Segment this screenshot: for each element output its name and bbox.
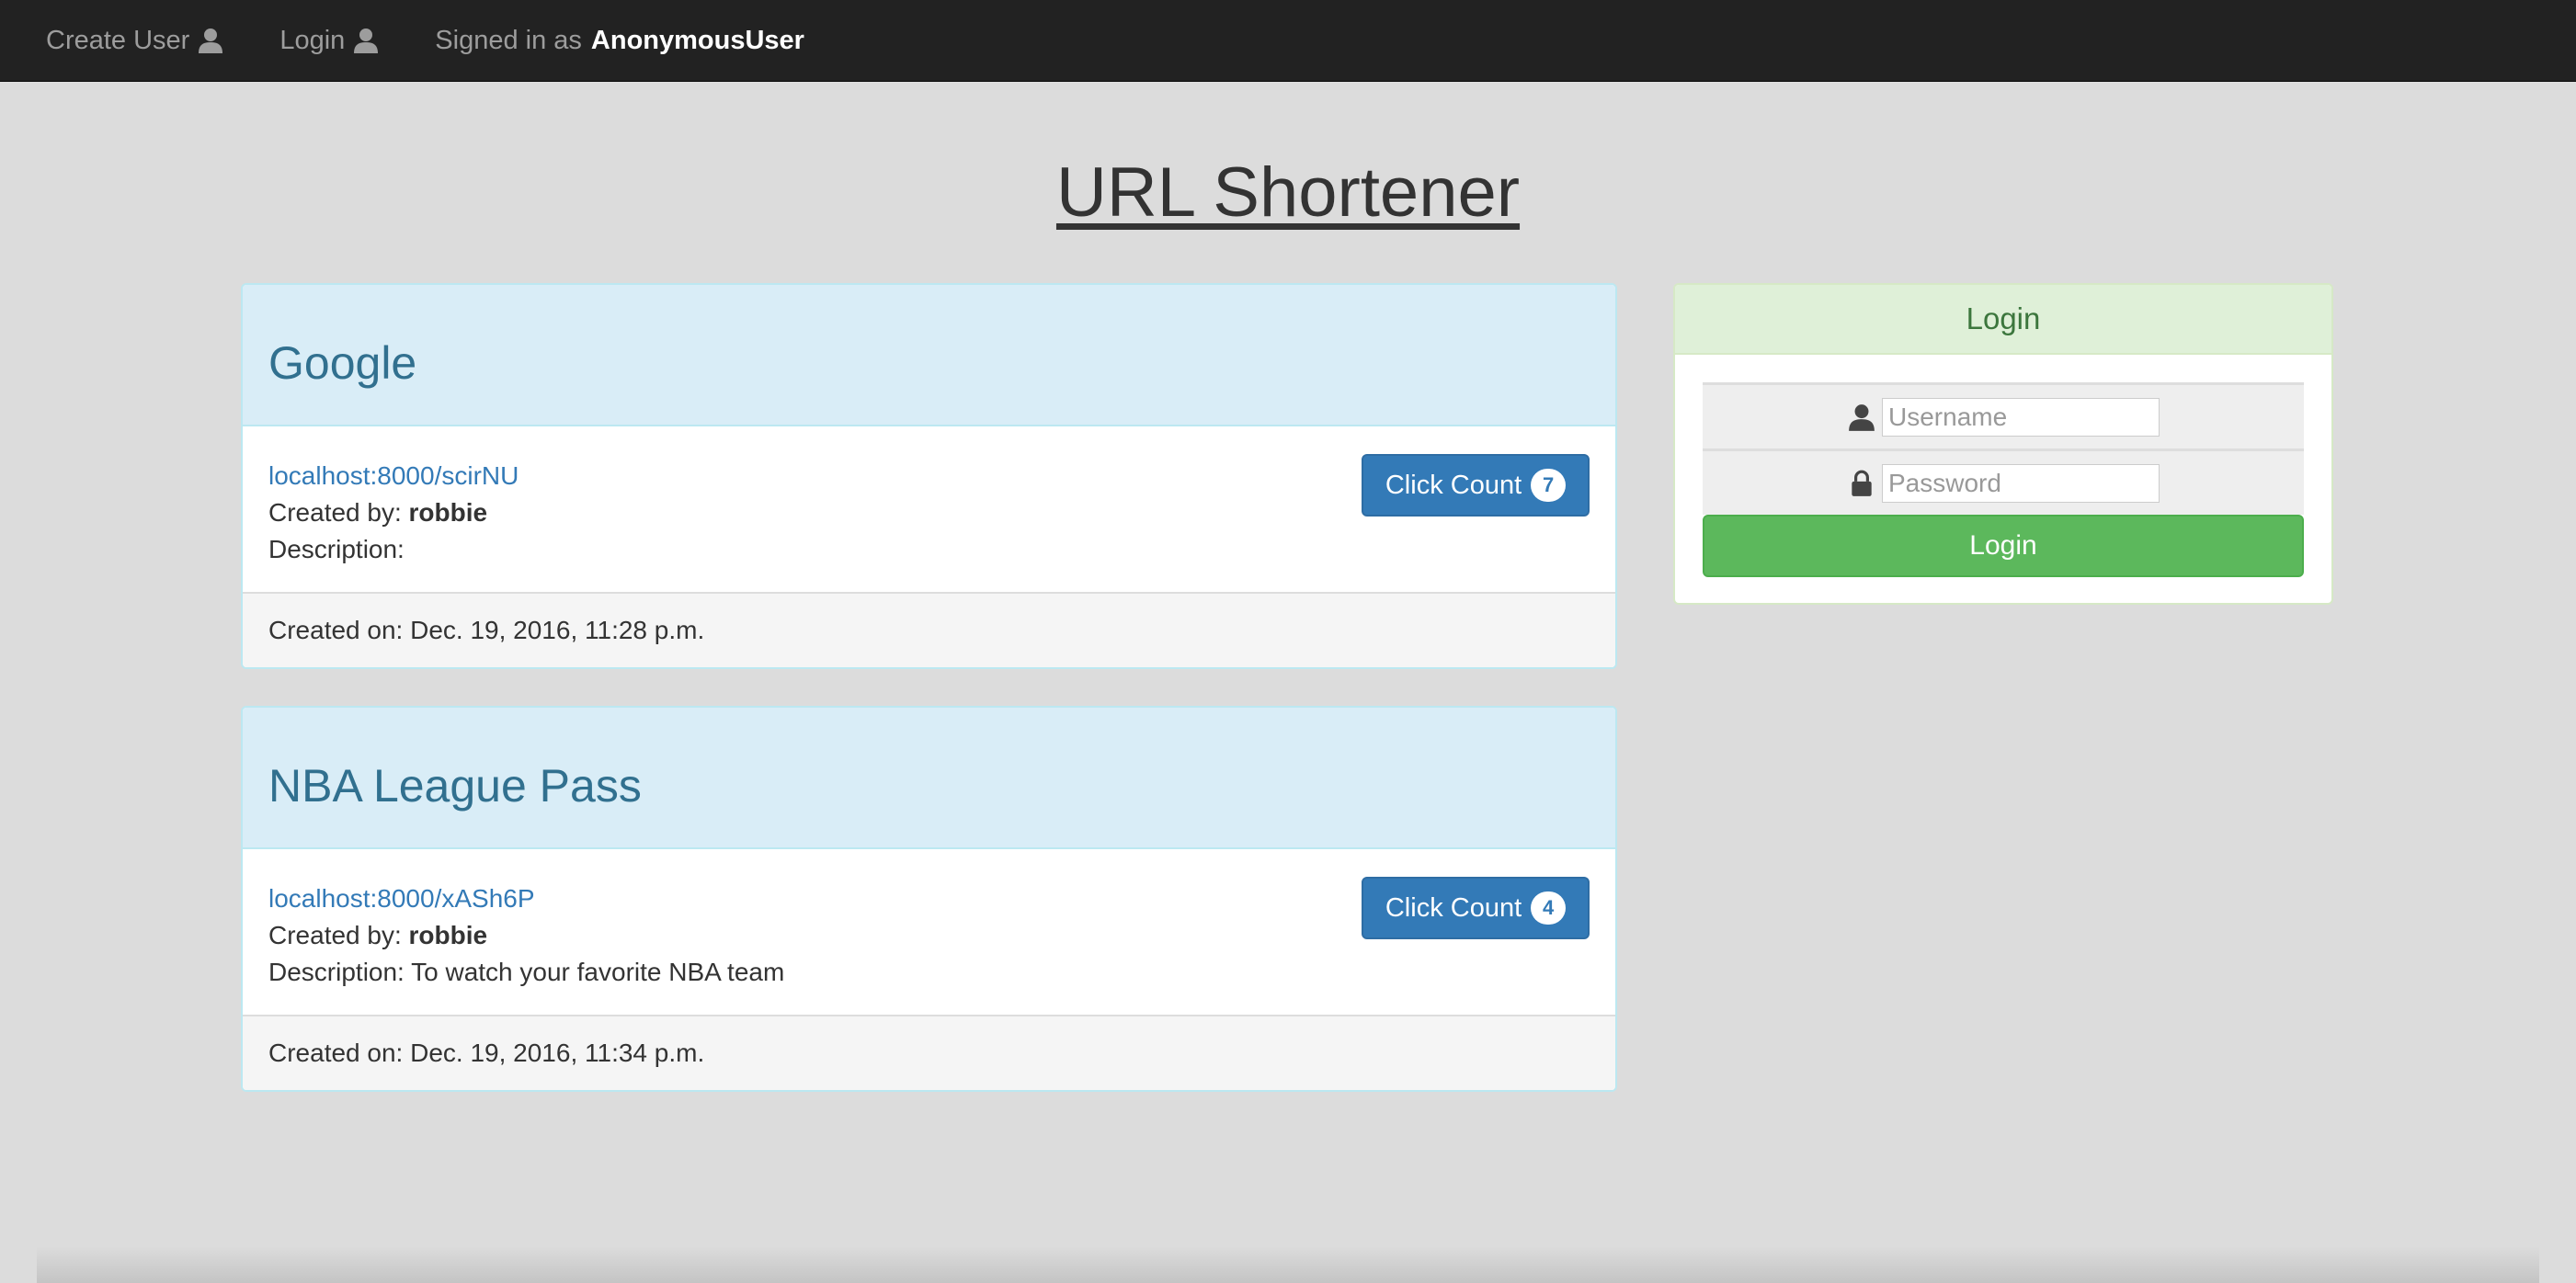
login-panel: Login Login xyxy=(1673,283,2333,605)
description-line: Description: To watch your favorite NBA … xyxy=(268,954,1590,991)
url-card-body: localhost:8000/xASh6P Created by: robbie… xyxy=(243,849,1615,1015)
description-line: Description: xyxy=(268,531,1590,568)
url-card: NBA League Pass localhost:8000/xASh6P Cr… xyxy=(241,706,1617,1092)
created-by-user: robbie xyxy=(408,921,488,949)
login-submit-button[interactable]: Login xyxy=(1703,515,2304,577)
click-count-badge: 4 xyxy=(1531,891,1567,925)
click-count-button[interactable]: Click Count 4 xyxy=(1362,877,1590,939)
password-row xyxy=(1703,448,2304,515)
nav-create-user-link[interactable]: Create User xyxy=(46,0,224,81)
nav-login-link[interactable]: Login xyxy=(279,0,380,81)
bottom-shadow xyxy=(37,1246,2539,1283)
lock-icon xyxy=(1847,469,1876,498)
url-card-header: NBA League Pass xyxy=(243,708,1615,849)
description-label: Description: xyxy=(268,535,405,563)
top-navbar: Create User Login Signed in as Anonymous… xyxy=(0,0,2576,82)
signed-in-username: AnonymousUser xyxy=(590,25,804,55)
user-icon xyxy=(352,27,380,54)
login-panel-heading: Login xyxy=(1675,285,2331,355)
description-text: To watch your favorite NBA team xyxy=(411,958,785,986)
url-card-header: Google xyxy=(243,285,1615,426)
username-input[interactable] xyxy=(1882,397,2160,437)
description-label: Description: xyxy=(268,958,405,986)
click-count-button[interactable]: Click Count 7 xyxy=(1362,454,1590,517)
created-by-label: Created by: xyxy=(268,921,402,949)
created-on-footer: Created on: Dec. 19, 2016, 11:34 p.m. xyxy=(243,1015,1615,1090)
click-count-label: Click Count xyxy=(1385,471,1522,500)
signed-in-prefix: Signed in as xyxy=(435,25,582,55)
signed-in-status: Signed in as AnonymousUser xyxy=(435,26,804,56)
created-by-user: robbie xyxy=(408,498,488,527)
click-count-label: Click Count xyxy=(1385,893,1522,923)
user-icon xyxy=(1847,403,1876,432)
login-form: Login xyxy=(1675,355,2331,577)
url-card-title: Google xyxy=(268,337,417,389)
created-on-footer: Created on: Dec. 19, 2016, 11:28 p.m. xyxy=(243,592,1615,667)
user-icon xyxy=(197,27,224,54)
page-title: URL Shortener xyxy=(1055,153,1521,232)
url-card-body: localhost:8000/scirNU Created by: robbie… xyxy=(243,426,1615,592)
nav-login-label: Login xyxy=(279,25,346,55)
click-count-badge: 7 xyxy=(1531,469,1567,502)
nav-create-user-label: Create User xyxy=(46,25,190,55)
url-card-title: NBA League Pass xyxy=(268,760,642,812)
username-row xyxy=(1703,382,2304,448)
created-by-label: Created by: xyxy=(268,498,402,527)
url-card: Google localhost:8000/scirNU Created by:… xyxy=(241,283,1617,669)
password-input[interactable] xyxy=(1882,463,2160,503)
